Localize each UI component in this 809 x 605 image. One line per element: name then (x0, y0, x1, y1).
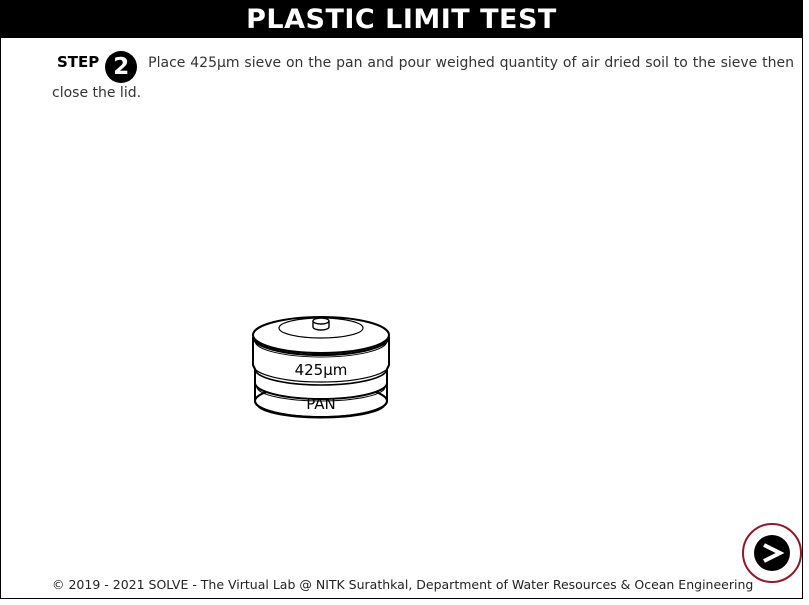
footer-copyright: © 2019 - 2021 SOLVE - The Virtual Lab @ … (52, 577, 754, 592)
step-instruction-block: STEP 2 Place 425µm sieve on the pan and p… (52, 51, 794, 104)
sieve-pan-apparatus[interactable]: 425µm PAN (247, 311, 395, 426)
step-label: STEP (57, 53, 100, 71)
step-instruction-text: Place 425µm sieve on the pan and pour we… (52, 55, 794, 101)
step-number-badge: 2 (105, 51, 138, 83)
next-arrow-icon (754, 535, 790, 571)
next-button[interactable] (742, 523, 802, 583)
page-title: PLASTIC LIMIT TEST (1, 1, 802, 38)
lab-frame: PLASTIC LIMIT TEST STEP 2 Place 425µm sie… (0, 0, 803, 599)
sieve-label: 425µm (294, 361, 348, 379)
pan-label: PAN (306, 395, 336, 413)
